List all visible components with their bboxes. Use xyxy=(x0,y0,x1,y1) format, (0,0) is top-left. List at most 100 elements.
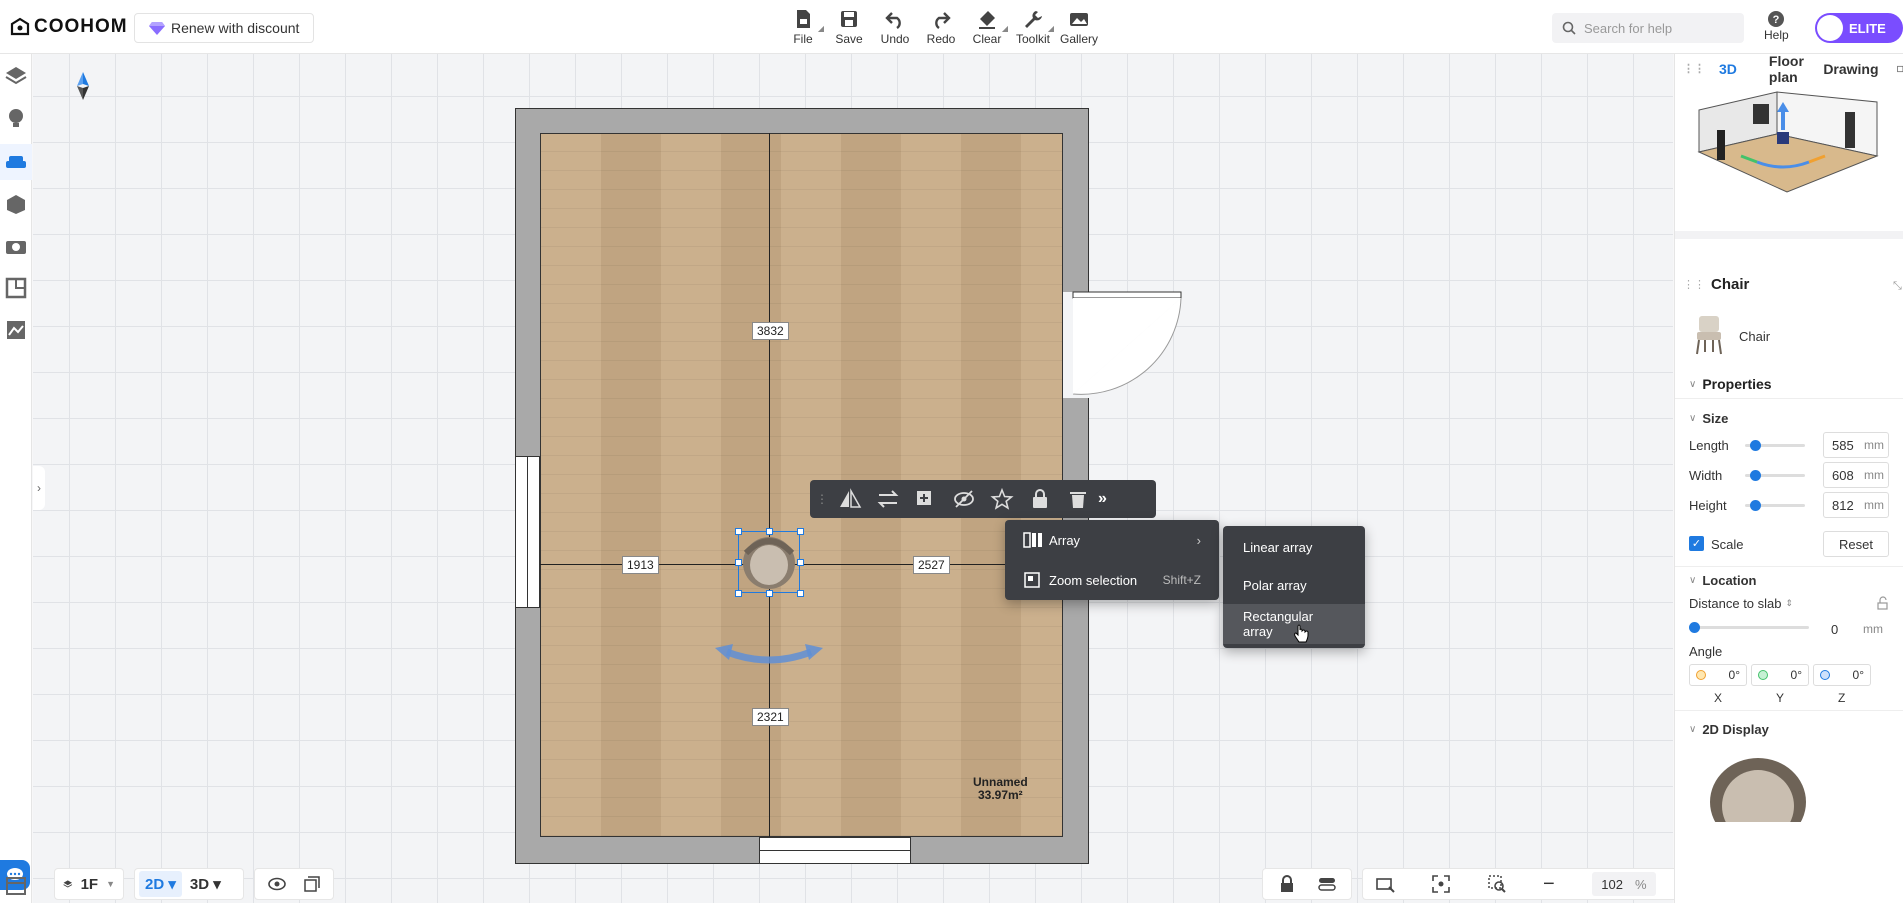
width-input[interactable]: 608 mm xyxy=(1823,462,1889,488)
height-input[interactable]: 812 mm xyxy=(1823,492,1889,518)
floor-selector[interactable]: 1F ▼ xyxy=(54,868,124,900)
replace-icon[interactable] xyxy=(876,488,900,510)
angle-z-input[interactable]: 0° xyxy=(1813,664,1871,686)
rotate-handle-icon[interactable] xyxy=(713,640,825,670)
collapse-icon[interactable]: ⤡ xyxy=(1893,280,1902,293)
clear-button[interactable]: Clear ◢ xyxy=(964,8,1010,46)
tab-3d[interactable]: 3D xyxy=(1719,61,1737,77)
sofa-icon[interactable] xyxy=(4,150,28,174)
drag-handle-icon[interactable]: ⋮ xyxy=(816,492,830,506)
tab-floor-plan[interactable]: Floor plan xyxy=(1769,53,1805,85)
zoom-area-icon[interactable] xyxy=(1487,875,1506,893)
help-icon: ? xyxy=(1768,11,1785,27)
submenu-item-polar-array[interactable]: Polar array xyxy=(1223,566,1365,604)
length-input[interactable]: 585 mm xyxy=(1823,432,1889,458)
lock-icon[interactable] xyxy=(1028,488,1052,510)
scale-checkbox[interactable]: ✓ xyxy=(1689,536,1704,551)
zoom-input[interactable]: 102 % xyxy=(1591,872,1656,896)
save-button[interactable]: Save xyxy=(826,8,872,46)
angle-y-input[interactable]: 0° xyxy=(1751,664,1809,686)
drag-handle-icon[interactable]: ⋮⋮ xyxy=(1683,62,1705,75)
resize-handle[interactable] xyxy=(735,590,742,597)
toggle-settings-icon[interactable] xyxy=(1317,876,1336,892)
design-canvas[interactable]: › 3832 2321 1913 2527 Unnamed 33.97m² ⋮ … xyxy=(33,54,1673,903)
unlock-icon[interactable] xyxy=(1875,596,1889,610)
undo-button[interactable]: Undo xyxy=(872,8,918,46)
fit-view-icon[interactable] xyxy=(1375,875,1395,893)
sort-icon[interactable]: ⇕ xyxy=(1786,598,1794,609)
length-slider[interactable] xyxy=(1745,440,1805,451)
search-input[interactable]: Search for help xyxy=(1552,13,1744,43)
submenu-item-linear-array[interactable]: Linear array xyxy=(1223,528,1365,566)
file-button[interactable]: File ◢ xyxy=(780,8,826,46)
camera-icon[interactable] xyxy=(4,234,28,258)
distance-input[interactable]: 0 mm xyxy=(1823,616,1889,642)
2d-display-thumbnail[interactable] xyxy=(1703,752,1813,822)
toolkit-button[interactable]: Toolkit ◢ xyxy=(1010,8,1056,46)
resize-handle[interactable] xyxy=(797,590,804,597)
slider-knob[interactable] xyxy=(1750,470,1761,481)
dimension-label-left[interactable]: 1913 xyxy=(622,556,659,574)
layers-icon[interactable] xyxy=(4,64,28,88)
gallery-button[interactable]: Gallery xyxy=(1056,8,1102,46)
mode-2d-button[interactable]: 2D ▾ xyxy=(139,871,182,897)
angle-z-dial-icon xyxy=(1820,670,1830,680)
section-properties[interactable]: ∨ Properties xyxy=(1689,376,1772,392)
menu-item-array[interactable]: Array › xyxy=(1005,520,1219,560)
catalog-icon[interactable] xyxy=(4,874,28,898)
terrain-icon[interactable] xyxy=(4,318,28,342)
resize-handle[interactable] xyxy=(735,528,742,535)
help-button[interactable]: ? Help xyxy=(1764,10,1789,42)
lock-icon[interactable] xyxy=(1279,875,1295,893)
save-label: Save xyxy=(835,32,863,46)
renew-button[interactable]: Renew with discount xyxy=(134,13,315,43)
favorite-star-icon[interactable] xyxy=(990,488,1014,510)
elite-badge[interactable]: ELITE xyxy=(1815,13,1903,43)
slider-knob[interactable] xyxy=(1750,500,1761,511)
resize-handle[interactable] xyxy=(797,559,804,566)
lightbulb-icon[interactable] xyxy=(4,106,28,130)
mode-3d-button[interactable]: 3D ▾ xyxy=(190,875,221,893)
slider-knob[interactable] xyxy=(1750,440,1761,451)
3d-preview-thumbnail[interactable] xyxy=(1677,90,1901,224)
section-2d-display[interactable]: ∨ 2D Display xyxy=(1689,722,1769,737)
dimension-label-right[interactable]: 2527 xyxy=(913,556,950,574)
app-logo[interactable]: COOHOM xyxy=(10,16,128,38)
slider-knob[interactable] xyxy=(1689,622,1700,633)
menu-item-zoom-selection[interactable]: Zoom selection Shift+Z xyxy=(1005,560,1219,600)
popout-icon[interactable] xyxy=(1896,63,1903,75)
dimension-label-bottom[interactable]: 2321 xyxy=(752,708,789,726)
tab-drawing[interactable]: Drawing xyxy=(1823,61,1878,77)
expand-panel-button[interactable]: › xyxy=(33,466,45,510)
dimension-label-top[interactable]: 3832 xyxy=(752,322,789,340)
hide-icon[interactable] xyxy=(952,488,976,510)
drag-handle-icon[interactable]: ⋮⋮ xyxy=(1683,278,1705,291)
section-size[interactable]: ∨ Size xyxy=(1689,411,1728,426)
door-swing[interactable] xyxy=(1063,290,1183,402)
height-slider[interactable] xyxy=(1745,500,1805,511)
resize-handle[interactable] xyxy=(735,559,742,566)
delete-trash-icon[interactable] xyxy=(1066,488,1090,510)
chair-thumbnail[interactable] xyxy=(1689,312,1729,356)
width-slider[interactable] xyxy=(1745,470,1805,481)
eye-icon[interactable] xyxy=(267,877,286,891)
focus-icon[interactable] xyxy=(1432,875,1451,893)
reset-button[interactable]: Reset xyxy=(1823,531,1889,557)
cube-stack-icon[interactable] xyxy=(303,876,321,892)
logo-text: COOHOM xyxy=(34,16,128,37)
resize-handle[interactable] xyxy=(766,528,773,535)
resize-handle[interactable] xyxy=(797,528,804,535)
chair-object[interactable] xyxy=(740,533,798,591)
box-icon[interactable] xyxy=(4,192,28,216)
room-label[interactable]: Unnamed 33.97m² xyxy=(973,776,1028,802)
more-chevron-icon[interactable]: » xyxy=(1098,490,1107,508)
angle-x-input[interactable]: 0° xyxy=(1689,664,1747,686)
duplicate-icon[interactable] xyxy=(914,488,938,510)
section-location[interactable]: ∨ Location xyxy=(1689,573,1757,588)
distance-slider[interactable] xyxy=(1689,622,1809,633)
redo-button[interactable]: Redo xyxy=(918,8,964,46)
resize-handle[interactable] xyxy=(766,590,773,597)
mirror-icon[interactable] xyxy=(838,488,862,510)
zoom-out-button[interactable]: − xyxy=(1543,873,1555,896)
floorplan-icon[interactable] xyxy=(4,276,28,300)
